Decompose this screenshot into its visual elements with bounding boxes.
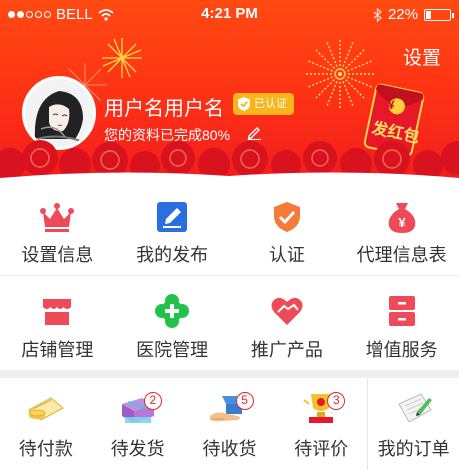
- verified-badge: 已认证: [233, 93, 294, 115]
- menu-label: 认证: [268, 245, 305, 265]
- order-pending-payment[interactable]: 待付款: [0, 378, 92, 470]
- battery-icon: [424, 8, 454, 21]
- money-bag-icon: ¥: [388, 203, 415, 233]
- menu-item-hospital-management[interactable]: 医院管理: [115, 276, 230, 370]
- battery-percent: 22%: [387, 6, 418, 23]
- red-packet-symbol: ¥: [388, 98, 395, 112]
- menu-label: 代理信息表: [356, 245, 447, 265]
- order-label: 待评价: [294, 439, 349, 459]
- menu-label: 店铺管理: [21, 340, 94, 360]
- menu-item-promote-products[interactable]: 推广产品: [230, 276, 345, 370]
- menu-row-1: 设置信息 我的发布 认证 ¥ 代理信息表: [0, 184, 459, 276]
- order-pending-review[interactable]: 3 待评价: [275, 378, 367, 470]
- profile-header: BELL 4:21 PM 22% 设置 用户名用户名 已认证 您的资料已完成80…: [0, 0, 459, 184]
- shield-check-icon: [273, 202, 300, 232]
- menu-item-certification[interactable]: 认证: [230, 184, 345, 275]
- username: 用户名用户名: [104, 98, 224, 120]
- cabinet-icon: [388, 296, 415, 326]
- menu-label: 我的发布: [136, 245, 209, 265]
- edit-square-icon: [157, 202, 188, 232]
- menu-item-value-added-services[interactable]: 增值服务: [344, 276, 459, 370]
- menu-label: 医院管理: [136, 340, 209, 360]
- order-count-badge: 3: [327, 392, 346, 410]
- verified-label: 已认证: [254, 98, 287, 110]
- menu-item-settings-info[interactable]: 设置信息: [0, 184, 115, 275]
- heart-handshake-icon: [271, 297, 303, 325]
- menu-row-2: 店铺管理 医院管理 推广产品 增值服务: [0, 276, 459, 370]
- payment-coins-icon: [28, 397, 64, 421]
- menu-item-agent-info[interactable]: ¥ 代理信息表: [344, 184, 459, 275]
- store-icon: [43, 299, 72, 325]
- menu-label: 增值服务: [365, 340, 438, 360]
- status-bar: BELL 4:21 PM 22%: [0, 0, 459, 30]
- menu-item-my-posts[interactable]: 我的发布: [115, 184, 230, 275]
- svg-text:¥: ¥: [398, 215, 406, 230]
- menu-label: 推广产品: [250, 340, 323, 360]
- settings-link[interactable]: 设置: [403, 43, 441, 70]
- menu-label: 设置信息: [21, 245, 94, 265]
- section-divider: [0, 370, 459, 378]
- verified-shield-icon: [238, 97, 250, 111]
- order-label: 待收货: [202, 439, 257, 459]
- order-pending-shipment[interactable]: 2 待发货: [92, 378, 184, 470]
- medical-cross-icon: [155, 294, 190, 328]
- crown-icon: [40, 203, 75, 232]
- order-label: 待发货: [110, 439, 165, 459]
- cloud-decoration: [0, 140, 459, 184]
- battery-status: 22%: [373, 6, 454, 23]
- order-count-badge: 5: [235, 392, 254, 410]
- order-label: 待付款: [18, 439, 73, 459]
- order-count-badge: 2: [143, 392, 162, 410]
- bluetooth-icon: [373, 7, 382, 22]
- order-status-bar: 待付款 2 待发货 5 待收货 3 待评价 我的订单: [0, 378, 459, 470]
- order-label: 我的订单: [377, 439, 450, 459]
- my-orders-button[interactable]: 我的订单: [367, 378, 459, 470]
- order-pending-receipt[interactable]: 5 待收货: [184, 378, 276, 470]
- avatar-illustration: [25, 79, 93, 147]
- menu-item-store-management[interactable]: 店铺管理: [0, 276, 115, 370]
- order-document-icon: [397, 393, 432, 423]
